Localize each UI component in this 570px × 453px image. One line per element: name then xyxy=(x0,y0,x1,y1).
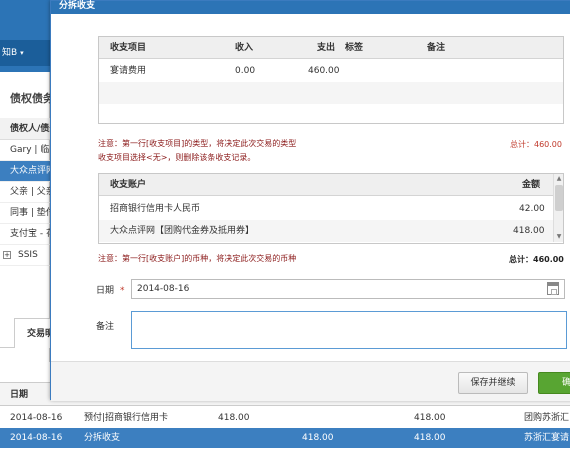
account-amount: 418.00 xyxy=(513,226,545,236)
ledger-switch-label: 知B xyxy=(2,48,18,58)
accounts-warning: 注意：第一行[收支账户]的币种，将决定此次交易的币种 xyxy=(98,254,297,263)
row-amount: 418.00 xyxy=(414,433,446,443)
expand-icon[interactable]: + xyxy=(3,251,11,259)
col-income: 收入 xyxy=(235,43,254,53)
items-table-header: 收支项目 收入 支出 标签 备注 xyxy=(99,37,563,59)
row-date: 2014-08-16 xyxy=(10,413,63,423)
dialog-footer: 保存并继续 确 xyxy=(51,361,570,401)
date-label: 日期 * xyxy=(96,286,125,296)
accounts-total: 总计：460.00 xyxy=(509,255,564,264)
confirm-button[interactable]: 确 xyxy=(538,372,570,394)
items-total: 总计：460.00 xyxy=(510,140,562,149)
items-row[interactable]: 宴请费用 0.00 460.00 xyxy=(99,60,563,82)
account-row[interactable]: 招商银行信用卡人民币 42.00 xyxy=(99,198,563,220)
scroll-up-icon[interactable]: ▲ xyxy=(555,175,563,183)
sidebar-item[interactable]: Gary | 临时 xyxy=(0,140,50,161)
save-and-continue-button[interactable]: 保存并继续 xyxy=(458,372,528,394)
items-row-empty[interactable] xyxy=(99,82,563,104)
sidebar-item[interactable]: 大众点评网 xyxy=(0,161,50,182)
item-name: 宴请费用 xyxy=(110,66,147,76)
sidebar-item[interactable]: 支付宝 - 花呗 xyxy=(0,224,50,245)
col-tag: 标签 xyxy=(345,43,364,53)
row-description: 预付|招商银行信用卡 xyxy=(84,413,169,423)
sidebar-item[interactable]: 同事 | 垫付 xyxy=(0,203,50,224)
memo-label: 备注 xyxy=(96,322,115,332)
memo-field[interactable] xyxy=(131,311,567,349)
row-note: 苏浙汇宴请 xyxy=(524,433,570,443)
accounts-table-header: 收支账户 金额 xyxy=(99,174,563,196)
sidebar-item[interactable]: + SSIS xyxy=(0,245,50,266)
ledger-switch-button[interactable]: 知B ▾ xyxy=(0,40,50,66)
account-row[interactable]: 大众点评网【团购代金券及抵用券】 418.00 xyxy=(99,220,563,242)
account-amount: 42.00 xyxy=(519,204,545,214)
items-warning-line2: 收支项目选择<无>，则删除该条收支记录。 xyxy=(98,153,256,162)
scroll-thumb[interactable] xyxy=(555,185,563,211)
row-description: 分拆收支 xyxy=(84,433,121,443)
row-amount: 418.00 xyxy=(218,413,250,423)
col-account: 收支账户 xyxy=(110,180,147,190)
row-date: 2014-08-16 xyxy=(10,433,63,443)
col-note: 备注 xyxy=(427,43,446,53)
items-warning-line1: 注意：第一行[收支项目]的类型，将决定此次交易的类型 xyxy=(98,139,297,148)
accounts-scrollbar[interactable]: ▲ ▼ xyxy=(553,174,563,242)
dialog-title: 分拆收支 xyxy=(51,1,570,14)
chevron-down-icon: ▾ xyxy=(20,49,24,57)
calendar-icon[interactable] xyxy=(547,282,559,295)
tab-transactions[interactable]: 交易明细 xyxy=(14,318,54,348)
split-transaction-dialog: 分拆收支 收支项目 收入 支出 标签 备注 宴请费用 0.00 460.00 注… xyxy=(50,0,570,401)
row-amount: 418.00 xyxy=(302,433,334,443)
sidebar-column-header: 债权人/债务人 xyxy=(0,118,50,140)
date-field[interactable] xyxy=(131,279,565,299)
table-row[interactable]: 2014-08-16 分拆收支 418.00 418.00 苏浙汇宴请 xyxy=(0,428,570,448)
required-marker: * xyxy=(120,286,125,296)
account-name: 招商银行信用卡人民币 xyxy=(110,204,201,214)
sidebar-item[interactable]: 父亲 | 父亲 xyxy=(0,182,50,203)
col-expense: 支出 xyxy=(317,43,336,53)
sidebar-title: 债权债务 xyxy=(10,92,54,105)
item-expense: 460.00 xyxy=(308,66,340,76)
scroll-down-icon[interactable]: ▼ xyxy=(555,233,563,241)
accounts-table: 收支账户 金额 招商银行信用卡人民币 42.00 大众点评网【团购代金券及抵用券… xyxy=(98,173,564,244)
account-name: 大众点评网【团购代金券及抵用券】 xyxy=(110,226,255,236)
items-table: 收支项目 收入 支出 标签 备注 宴请费用 0.00 460.00 xyxy=(98,36,564,124)
table-row[interactable]: 2014-08-16 预付|招商银行信用卡 418.00 418.00 团购苏浙… xyxy=(0,408,570,428)
row-note: 团购苏浙汇 xyxy=(524,413,570,423)
col-item: 收支项目 xyxy=(110,43,147,53)
row-amount: 418.00 xyxy=(414,413,446,423)
col-amount: 金额 xyxy=(522,180,541,190)
item-income: 0.00 xyxy=(235,66,256,76)
